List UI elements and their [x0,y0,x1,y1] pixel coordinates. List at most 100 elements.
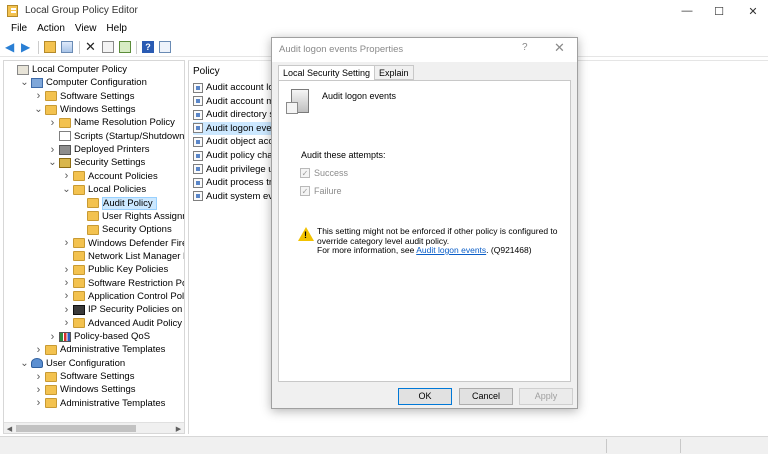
policy-row[interactable]: Audit directory s [193,108,273,121]
menu-action[interactable]: Action [32,22,70,38]
tree-item[interactable]: › Windows Defender Firewall [65,237,184,250]
policy-row[interactable]: Audit process tra [193,176,273,189]
tree-item[interactable]: › Policy-based QoS [51,330,151,343]
scroll-right-arrow-icon[interactable]: ▶ [173,423,184,433]
chevron-down-icon[interactable]: ⌄ [62,183,71,196]
group-policy-app-icon [7,5,18,17]
audit-logon-events-link[interactable]: Audit logon events [416,245,486,255]
tab-explain[interactable]: Explain [374,65,414,80]
scrollbar-thumb[interactable] [16,425,136,432]
warning-exclamation: ! [304,230,307,240]
chevron-down-icon[interactable]: ⌄ [20,76,29,89]
chevron-right-icon[interactable]: › [48,330,57,343]
tree-item[interactable]: Local Computer Policy [17,63,127,76]
chevron-right-icon[interactable]: › [34,383,43,396]
success-checkbox[interactable]: ✓ [300,168,310,178]
policy-row[interactable]: Audit account m [193,95,273,108]
success-option[interactable]: ✓ Success [300,167,348,179]
policy-row[interactable]: Audit system eve [193,190,273,203]
tree-item[interactable]: ⌄ User Configuration [20,357,126,370]
up-folder-icon[interactable] [44,41,56,53]
chevron-right-icon[interactable]: › [48,116,57,129]
chevron-right-icon[interactable]: › [34,343,43,356]
tree-item[interactable]: › Software Restriction Policie [65,277,184,290]
tree-item[interactable]: › Advanced Audit Policy Con [65,317,184,330]
tab-local-security-setting[interactable]: Local Security Setting [278,65,376,81]
maximize-button[interactable]: ☐ [702,0,736,22]
chevron-right-icon[interactable]: › [62,277,71,290]
scroll-left-arrow-icon[interactable]: ◀ [4,423,15,433]
delete-icon[interactable]: ✕ [85,40,97,53]
cancel-button[interactable]: Cancel [459,388,513,405]
chevron-right-icon[interactable]: › [48,143,57,156]
tree-item[interactable]: › Administrative Templates [37,343,166,356]
tree-item[interactable]: Scripts (Startup/Shutdown) [59,130,184,143]
policy-row[interactable]: Audit privilege u [193,163,273,176]
failure-option[interactable]: ✓ Failure [300,185,342,197]
dialog-help-button[interactable]: ? [522,42,528,53]
close-button[interactable]: ✕ [736,0,768,22]
chevron-right-icon[interactable]: › [62,237,71,250]
tree-item-label: Network List Manager Polic [88,250,184,262]
forward-arrow-icon[interactable]: ▶ [21,41,33,53]
tree-item[interactable]: › Software Settings [37,370,135,383]
policy-row[interactable]: Audit policy char [193,149,273,162]
tree-item[interactable]: Audit Policy [87,196,157,210]
dialog-title-bar[interactable]: Audit logon events Properties ? ✕ [272,38,577,62]
folder-icon [45,344,57,355]
menu-file[interactable]: File [6,22,32,38]
tree-item[interactable]: › Windows Settings [37,383,136,396]
warning-line-3-suffix: . (Q921468) [486,245,532,255]
chevron-right-icon[interactable]: › [62,317,71,330]
tree-item[interactable]: User Rights Assignment [87,210,184,223]
chevron-right-icon[interactable]: › [62,263,71,276]
tree-item[interactable]: › IP Security Policies on Loca [65,303,184,316]
ok-button[interactable]: OK [398,388,452,405]
failure-checkbox[interactable]: ✓ [300,186,310,196]
chevron-right-icon[interactable]: › [62,303,71,316]
minimize-button[interactable]: — [670,0,704,22]
chevron-right-icon[interactable]: › [62,290,71,303]
tree-item[interactable]: › Public Key Policies [65,263,169,276]
policy-row[interactable]: Audit account lo [193,81,273,94]
tree-horizontal-scrollbar[interactable]: ◀ ▶ [4,422,184,433]
tree-item[interactable]: › Deployed Printers [51,143,150,156]
tree-item[interactable]: Network List Manager Polic [73,250,184,263]
policy-column-header[interactable]: Policy [193,66,220,77]
policy-row-label: Audit account lo [206,82,273,93]
tree-item-label: User Configuration [46,357,126,369]
show-hide-console-tree-icon[interactable] [61,41,73,53]
help-icon[interactable]: ? [142,41,154,53]
tree-item[interactable]: ⌄ Local Policies [62,183,146,196]
folder-icon [45,371,57,382]
chevron-right-icon[interactable]: › [34,397,43,410]
chevron-right-icon[interactable]: › [34,90,43,103]
console-tree[interactable]: Local Computer Policy ⌄ Computer Configura… [3,60,185,434]
warning-line-3-prefix: For more information, see [317,245,417,255]
chevron-down-icon[interactable]: ⌄ [34,103,43,116]
menu-view[interactable]: View [70,22,102,38]
view-icon[interactable] [159,41,171,53]
tree-item[interactable]: ⌄ Computer Configuration [20,76,147,89]
policy-row[interactable]: Audit object acc [193,135,273,148]
tree-item[interactable]: › Name Resolution Policy [51,116,175,129]
tree-item[interactable]: Security Options [87,223,172,236]
back-arrow-icon[interactable]: ◀ [5,41,17,53]
tree-item[interactable]: › Application Control Policies [65,290,184,303]
tree-item-label: Policy-based QoS [74,331,151,342]
dialog-close-button[interactable]: ✕ [554,40,565,56]
apply-button[interactable]: Apply [519,388,573,405]
policy-row[interactable]: Audit logon even [193,121,273,135]
chevron-right-icon[interactable]: › [62,170,71,183]
tree-item[interactable]: › Account Policies [65,170,158,183]
chevron-right-icon[interactable]: › [34,370,43,383]
export-list-icon[interactable] [119,41,131,53]
properties-icon[interactable] [102,41,114,53]
tree-item[interactable]: › Administrative Templates [37,397,166,410]
chevron-down-icon[interactable]: ⌄ [48,156,57,169]
menu-help[interactable]: Help [101,22,132,38]
chevron-down-icon[interactable]: ⌄ [20,357,29,370]
tree-item[interactable]: ⌄ Security Settings [48,156,145,169]
tree-item[interactable]: › Software Settings [37,90,135,103]
tree-item[interactable]: ⌄ Windows Settings [34,103,135,116]
